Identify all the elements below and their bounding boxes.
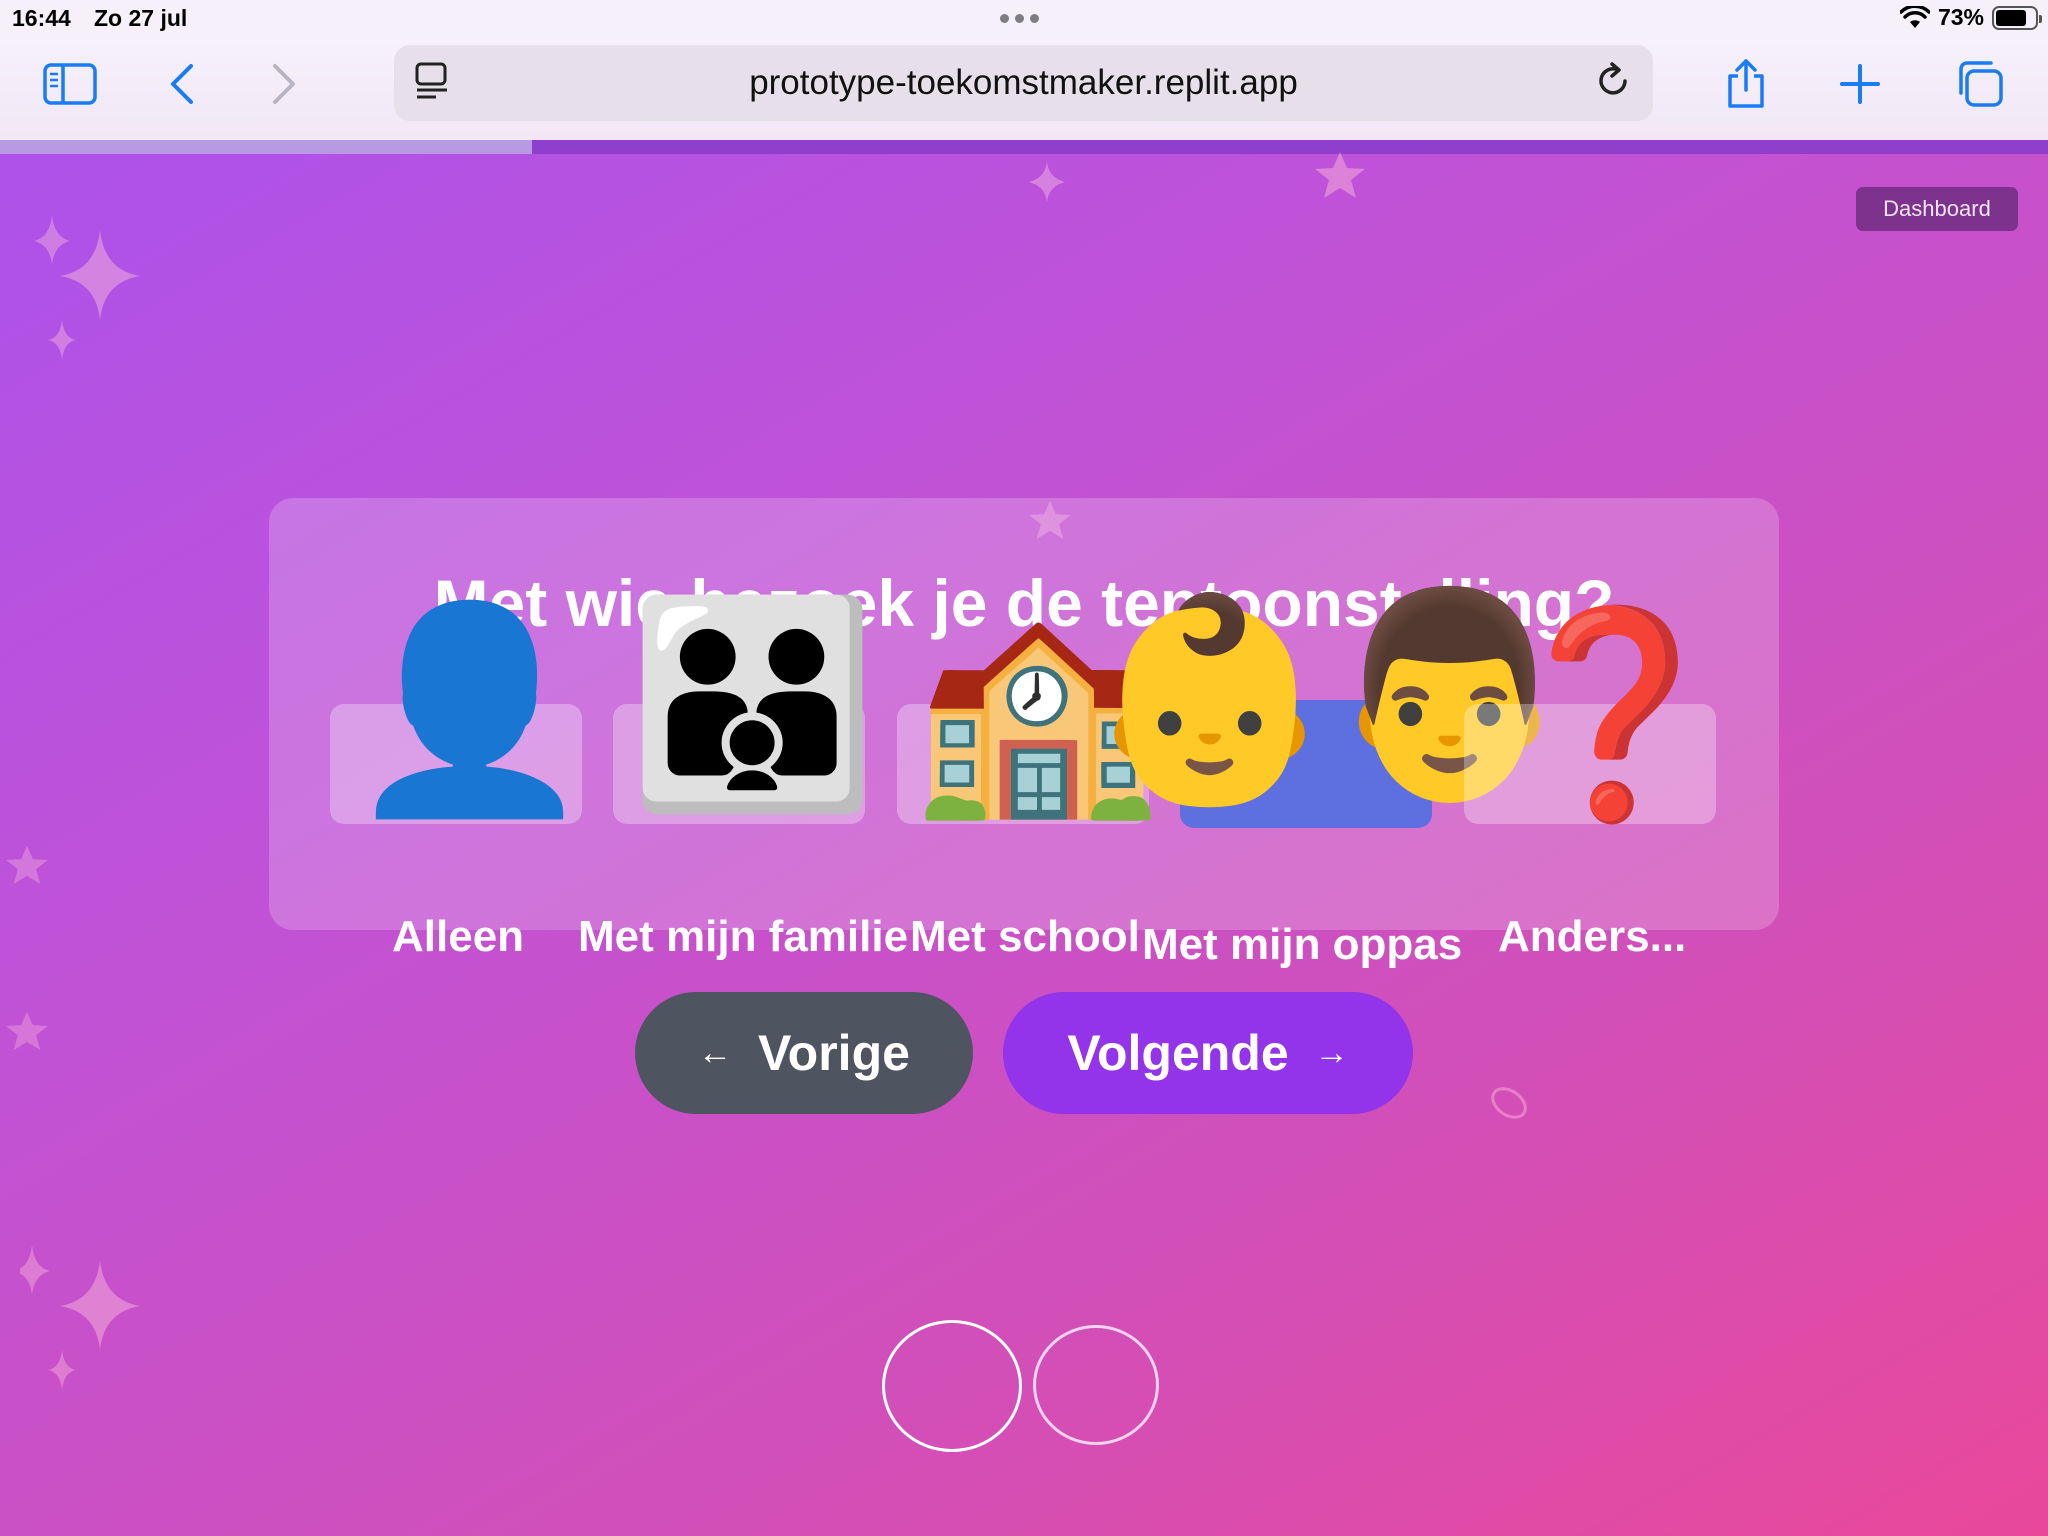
status-date: Zo 27 jul <box>94 5 188 31</box>
sidebar-icon[interactable] <box>40 58 100 110</box>
back-icon[interactable] <box>152 58 212 110</box>
star-decoration-icon <box>6 1011 48 1051</box>
option-label-oppas[interactable]: Met mijn oppas <box>1142 920 1462 970</box>
status-time: 16:44 <box>12 5 71 31</box>
family-icon[interactable]: 👪 <box>628 605 877 805</box>
option-label-school[interactable]: Met school <box>910 912 1140 962</box>
tabs-icon[interactable] <box>1950 58 2010 110</box>
address-bar[interactable]: prototype-toekomstmaker.replit.app <box>394 45 1653 121</box>
option-label-alleen[interactable]: Alleen <box>392 912 524 962</box>
share-icon[interactable] <box>1716 58 1776 110</box>
progress-bar <box>0 140 2048 154</box>
battery-icon <box>1992 5 2042 30</box>
star-decoration-icon <box>1315 152 1365 198</box>
address-url[interactable]: prototype-toekomstmaker.replit.app <box>394 63 1653 103</box>
progress-fill <box>0 140 533 154</box>
option-label-anders[interactable]: Anders... <box>1498 912 1686 962</box>
ring-decoration-icon <box>1491 1087 1527 1119</box>
page-content: Dashboard Met wie bezoek je de tentoonst… <box>0 140 2048 1536</box>
next-label: Volgende <box>1067 1025 1289 1081</box>
question-mark-icon[interactable]: ❓ <box>1490 615 1739 815</box>
sparkle-decoration-icon <box>20 1245 140 1390</box>
status-bar: 16:44 Zo 27 jul 73% <box>0 0 2048 40</box>
baby-icon[interactable]: 👶 <box>1085 600 1334 800</box>
reload-icon[interactable] <box>1593 61 1633 106</box>
forward-icon[interactable] <box>254 58 314 110</box>
dashboard-button[interactable]: Dashboard <box>1856 187 2018 231</box>
circle-button[interactable] <box>1033 1325 1159 1445</box>
person-silhouette-icon[interactable]: 👤 <box>345 610 594 810</box>
next-button[interactable]: Volgende → <box>1003 992 1413 1114</box>
arrow-left-icon: ← <box>698 1033 733 1072</box>
multitasking-dots-icon[interactable] <box>1000 14 1039 23</box>
arrow-right-icon: → <box>1314 1033 1349 1072</box>
sparkle-decoration-icon <box>1029 162 1065 202</box>
previous-button[interactable]: ← Vorige <box>635 992 973 1114</box>
circle-button[interactable] <box>882 1320 1022 1452</box>
previous-label: Vorige <box>758 1025 910 1081</box>
browser-toolbar: prototype-toekomstmaker.replit.app <box>0 40 2048 140</box>
wifi-icon <box>1899 5 1930 28</box>
option-label-familie[interactable]: Met mijn familie <box>578 912 908 962</box>
new-tab-icon[interactable] <box>1830 58 1890 110</box>
star-decoration-icon <box>6 845 48 885</box>
sparkle-decoration-icon <box>34 215 140 360</box>
battery-percentage: 73% <box>1937 4 1984 30</box>
